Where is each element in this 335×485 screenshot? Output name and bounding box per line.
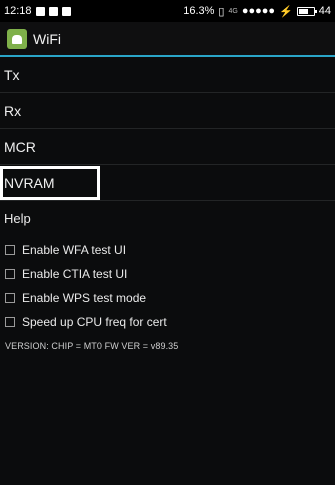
action-bar: WiFi	[0, 22, 335, 55]
app-notification-icon	[61, 6, 71, 16]
status-time: 12:18	[4, 5, 32, 17]
vibrate-icon: ▯	[218, 5, 225, 18]
menu-item-label: MCR	[4, 138, 36, 155]
option-wfa-test-ui[interactable]: Enable WFA test UI	[5, 238, 167, 262]
menu-item-tx[interactable]: Tx	[0, 57, 335, 93]
status-right: 16.3% ▯ 4G ●●●●● ⚡ 44	[183, 5, 331, 18]
battery-icon	[296, 6, 317, 16]
status-left: 12:18	[4, 5, 71, 17]
menu-item-label: Tx	[4, 66, 20, 83]
option-speed-up-cpu[interactable]: Speed up CPU freq for cert	[5, 310, 167, 334]
nvram-highlight-box	[0, 166, 100, 200]
menu-item-rx[interactable]: Rx	[0, 93, 335, 129]
status-number: 44	[318, 5, 331, 17]
network-type: 4G	[228, 7, 238, 15]
option-label: Enable CTIA test UI	[22, 267, 128, 281]
charging-icon: ⚡	[279, 5, 293, 18]
status-bar: 12:18 16.3% ▯ 4G ●●●●● ⚡ 44	[0, 0, 335, 22]
checkbox-wps-test-mode[interactable]	[5, 293, 15, 303]
checkbox-wfa-test-ui[interactable]	[5, 245, 15, 255]
image-icon	[35, 6, 45, 16]
help-heading: Help	[4, 211, 31, 226]
checkbox-speed-up-cpu[interactable]	[5, 317, 15, 327]
android-app-icon	[7, 28, 27, 49]
help-options: Enable WFA test UI Enable CTIA test UI E…	[5, 238, 167, 334]
app-title: WiFi	[33, 30, 61, 47]
option-wps-test-mode[interactable]: Enable WPS test mode	[5, 286, 167, 310]
menu-item-label: Rx	[4, 102, 22, 119]
option-ctia-test-ui[interactable]: Enable CTIA test UI	[5, 262, 167, 286]
option-label: Enable WPS test mode	[22, 291, 147, 305]
menu-item-mcr[interactable]: MCR	[0, 129, 335, 165]
battery-percent: 16.3%	[183, 5, 215, 17]
signal-icon: ●●●●●	[241, 5, 276, 17]
option-label: Speed up CPU freq for cert	[22, 315, 167, 329]
notification-icon	[48, 6, 58, 16]
menu-item-nvram[interactable]: NVRAM	[0, 165, 335, 201]
checkbox-ctia-test-ui[interactable]	[5, 269, 15, 279]
option-label: Enable WFA test UI	[22, 243, 127, 257]
version-text: VERSION: CHIP = MT0 FW VER = v89.35	[5, 341, 179, 351]
wifi-menu-list: Tx Rx MCR NVRAM	[0, 57, 335, 201]
